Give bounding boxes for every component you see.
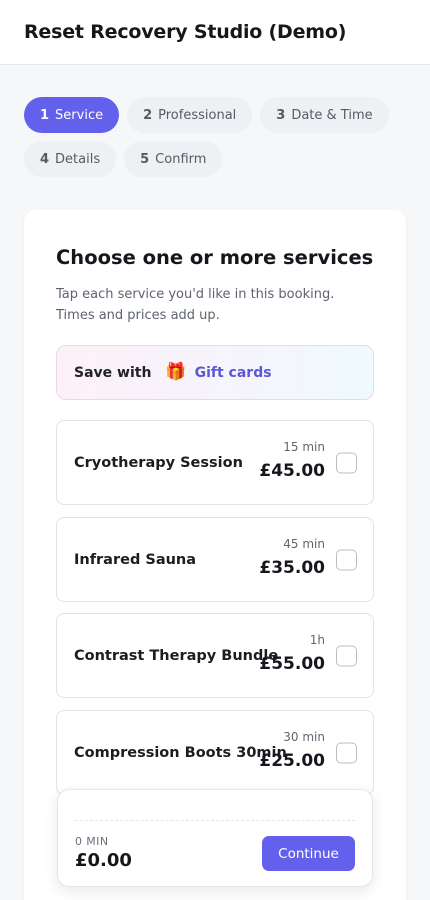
service-name: Infrared Sauna	[74, 551, 197, 568]
service-checkbox[interactable]	[336, 742, 357, 763]
step-number: 3	[276, 107, 286, 123]
summary-total: £0.00	[75, 850, 132, 871]
service-duration: 1h	[309, 633, 325, 647]
step-label: Service	[55, 107, 104, 123]
service-price: £25.00	[259, 751, 325, 771]
section-description: Tap each service you'd like in this book…	[56, 287, 335, 323]
gift-banner-text: Save with	[74, 364, 152, 381]
booking-summary-bar: 0 MIN £0.00 Continue	[57, 789, 373, 887]
step-label: Details	[55, 151, 101, 167]
step-number: 2	[143, 107, 153, 123]
service-option-infrared-sauna[interactable]: Infrared Sauna 45 min £35.00	[56, 517, 374, 602]
service-checkbox[interactable]	[336, 452, 357, 473]
service-checkbox[interactable]	[336, 645, 357, 666]
service-option-cryotherapy[interactable]: Cryotherapy Session 15 min £45.00	[56, 420, 374, 505]
service-price: £45.00	[259, 461, 325, 481]
service-duration: 45 min	[283, 537, 325, 551]
step-date-time[interactable]: 3 Date & Time	[260, 97, 389, 133]
step-professional[interactable]: 2 Professional	[127, 97, 253, 133]
service-duration: 15 min	[283, 440, 325, 454]
step-number: 1	[40, 107, 50, 123]
gift-icon: 🎁	[165, 362, 187, 382]
service-name: Contrast Therapy Bundle	[74, 647, 279, 664]
step-confirm[interactable]: 5 Confirm	[124, 141, 223, 177]
service-price: £55.00	[259, 654, 325, 674]
summary-divider	[75, 820, 355, 821]
service-option-compression-boots[interactable]: Compression Boots 30min 30 min £25.00	[56, 710, 374, 795]
service-duration: 30 min	[283, 730, 325, 744]
service-name: Cryotherapy Session	[74, 454, 243, 471]
service-name: Compression Boots 30min	[74, 744, 287, 761]
section-title: Choose one or more services	[56, 246, 374, 269]
service-option-contrast-therapy[interactable]: Contrast Therapy Bundle 1h £55.00	[56, 613, 374, 698]
step-number: 5	[140, 151, 150, 167]
step-details[interactable]: 4 Details	[24, 141, 117, 177]
continue-button[interactable]: Continue	[262, 836, 355, 871]
gift-cards-link[interactable]: Gift cards	[195, 365, 272, 381]
app-title: Reset Recovery Studio (Demo)	[24, 21, 347, 43]
step-number: 4	[40, 151, 50, 167]
summary-duration: 0 MIN	[75, 835, 109, 848]
booking-steps: 1 Service 2 Professional 3 Date & Time 4…	[24, 97, 404, 177]
app-header: Reset Recovery Studio (Demo)	[0, 0, 430, 65]
step-service[interactable]: 1 Service	[24, 97, 120, 133]
service-checkbox[interactable]	[336, 549, 357, 570]
step-label: Professional	[158, 107, 237, 123]
gift-card-banner: Save with 🎁 Gift cards	[56, 345, 374, 400]
step-label: Confirm	[155, 151, 207, 167]
step-label: Date & Time	[291, 107, 373, 123]
service-price: £35.00	[259, 558, 325, 578]
